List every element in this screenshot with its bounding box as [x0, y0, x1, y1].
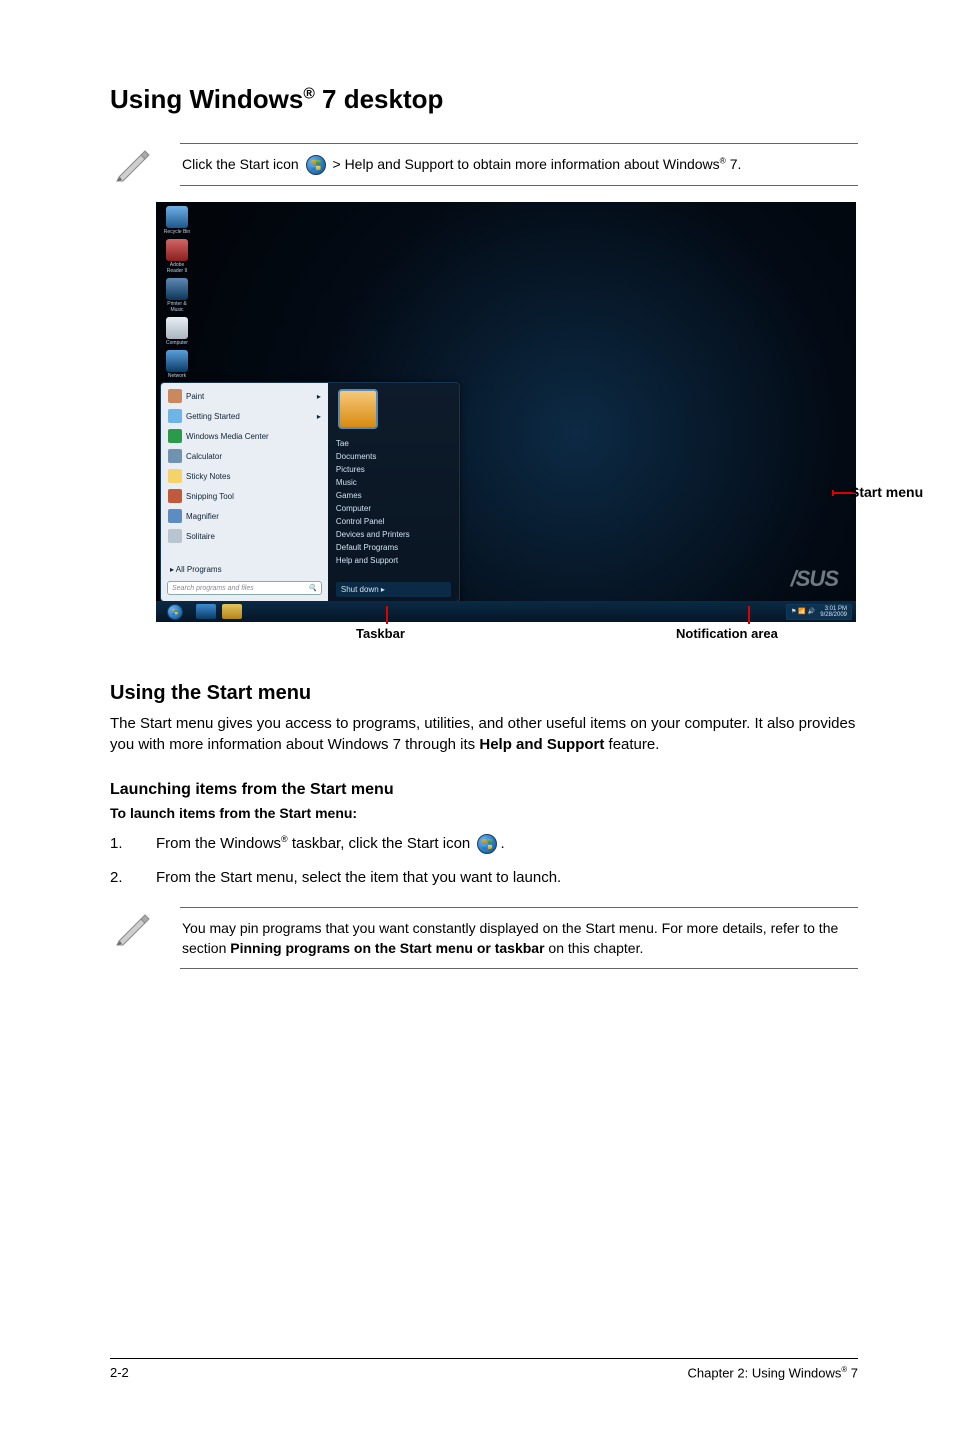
user-avatar[interactable] — [338, 389, 378, 429]
footer-chapter: Chapter 2: Using Windows® 7 — [688, 1365, 859, 1380]
title-text-post: 7 desktop — [315, 84, 444, 114]
desktop-screenshot: Recycle Bin Adobe Reader 9 Printer & Mus… — [156, 202, 856, 634]
start-orb-icon — [167, 604, 183, 620]
callout-start-menu: Start menu — [850, 484, 930, 500]
start-menu: Paint▸ Getting Started▸ Windows Media Ce… — [160, 382, 460, 602]
start-item-sticky-notes[interactable]: Sticky Notes — [164, 466, 325, 486]
start-orb-icon — [477, 834, 497, 854]
step-1: From the Windows® taskbar, click the Sta… — [110, 833, 858, 855]
start-orb-icon — [306, 155, 326, 175]
start-menu-left: Paint▸ Getting Started▸ Windows Media Ce… — [161, 383, 328, 601]
start-all-programs[interactable]: ▸ All Programs — [164, 561, 325, 578]
steps-list: From the Windows® taskbar, click the Sta… — [110, 833, 858, 889]
network-icon[interactable]: Network — [162, 350, 192, 379]
adobe-reader-icon[interactable]: Adobe Reader 9 — [162, 239, 192, 274]
taskbar-pin-ie[interactable] — [196, 604, 216, 619]
start-menu-right: Tae Documents Pictures Music Games Compu… — [328, 383, 459, 601]
start-right-devices[interactable]: Devices and Printers — [336, 530, 451, 539]
start-right-default[interactable]: Default Programs — [336, 543, 451, 552]
pencil-icon — [110, 907, 156, 947]
note1-tail: 7. — [726, 156, 742, 172]
start-item-wmc[interactable]: Windows Media Center — [164, 426, 325, 446]
footer-page: 2-2 — [110, 1365, 129, 1380]
reg-mark: ® — [303, 85, 315, 102]
tray-net-icon: 📶 — [798, 608, 805, 615]
start-item-getting-started[interactable]: Getting Started▸ — [164, 406, 325, 426]
printer-music-icon[interactable]: Printer & Music — [162, 278, 192, 313]
start-right-games[interactable]: Games — [336, 491, 451, 500]
callout-notification: Notification area — [676, 626, 778, 641]
start-right-music[interactable]: Music — [336, 478, 451, 487]
tray-date: 9/28/2009 — [820, 612, 847, 618]
tray-flag-icon: ⚑ — [791, 608, 796, 615]
section-body-start-menu: The Start menu gives you access to progr… — [110, 713, 858, 755]
reg-mark: ® — [281, 834, 288, 844]
start-item-solitaire[interactable]: Solitaire — [164, 526, 325, 546]
step-2: From the Start menu, select the item tha… — [110, 867, 858, 889]
title-text-pre: Using Windows — [110, 84, 303, 114]
start-button[interactable] — [160, 603, 190, 620]
section-heading-start-menu: Using the Start menu — [110, 682, 858, 705]
shutdown-button[interactable]: Shut down ▸ — [336, 582, 451, 597]
note-tip-1: Click the Start icon > Help and Support … — [110, 143, 858, 186]
recycle-bin-icon[interactable]: Recycle Bin — [162, 206, 192, 235]
callout-tick — [386, 606, 388, 624]
subsection-lead: To launch items from the Start menu: — [110, 805, 858, 821]
start-search-input[interactable]: Search programs and files🔍 — [167, 581, 322, 595]
pinning-term: Pinning programs on the Start menu or ta… — [230, 940, 544, 956]
callout-tick — [748, 606, 750, 624]
start-right-computer[interactable]: Computer — [336, 504, 451, 513]
computer-icon[interactable]: Computer — [162, 317, 192, 346]
page-footer: 2-2 Chapter 2: Using Windows® 7 — [110, 1358, 858, 1380]
page-title: Using Windows® 7 desktop — [110, 84, 858, 115]
start-item-calculator[interactable]: Calculator — [164, 446, 325, 466]
pencil-icon — [110, 143, 156, 183]
asus-brand-watermark: /SUS — [791, 566, 838, 592]
start-right-control[interactable]: Control Panel — [336, 517, 451, 526]
start-right-help[interactable]: Help and Support — [336, 556, 451, 565]
start-right-documents[interactable]: Documents — [336, 452, 451, 461]
note-body-2: You may pin programs that you want const… — [180, 907, 858, 970]
start-right-pictures[interactable]: Pictures — [336, 465, 451, 474]
windows-desktop: Recycle Bin Adobe Reader 9 Printer & Mus… — [156, 202, 856, 622]
note-body-1: Click the Start icon > Help and Support … — [180, 143, 858, 186]
help-support-term: Help and Support — [479, 736, 604, 753]
start-item-magnifier[interactable]: Magnifier — [164, 506, 325, 526]
callout-taskbar: Taskbar — [356, 626, 405, 641]
note1-post: > Help and Support to obtain more inform… — [333, 156, 720, 172]
note1-pre: Click the Start icon — [182, 156, 303, 172]
notification-area[interactable]: ⚑ 📶 🔊 3:01 PM 9/28/2009 — [786, 604, 852, 620]
taskbar: ⚑ 📶 🔊 3:01 PM 9/28/2009 — [156, 601, 856, 622]
subsection-heading-launching: Launching items from the Start menu — [110, 781, 858, 799]
start-item-snipping-tool[interactable]: Snipping Tool — [164, 486, 325, 506]
taskbar-pin-explorer[interactable] — [222, 604, 242, 619]
start-right-user[interactable]: Tae — [336, 439, 451, 448]
desktop-icons-column: Recycle Bin Adobe Reader 9 Printer & Mus… — [162, 206, 198, 383]
start-item-paint[interactable]: Paint▸ — [164, 386, 325, 406]
tray-vol-icon: 🔊 — [808, 608, 815, 615]
note-tip-2: You may pin programs that you want const… — [110, 907, 858, 970]
